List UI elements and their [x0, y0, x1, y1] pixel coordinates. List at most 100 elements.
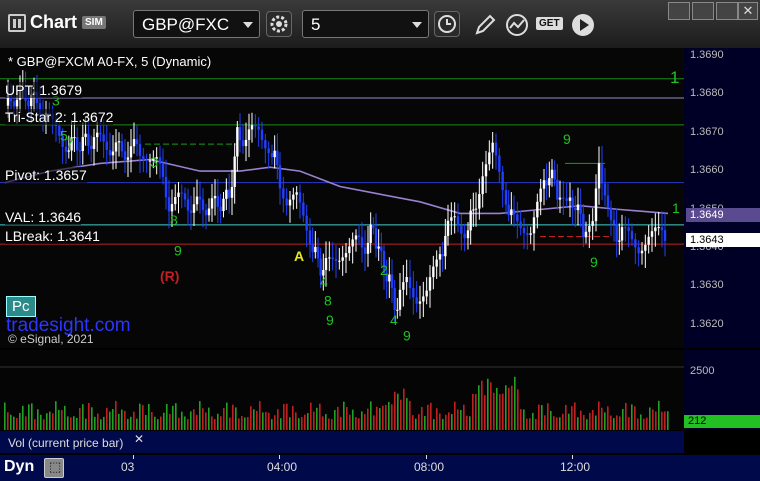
- time-tick-mark: [133, 455, 134, 459]
- volume-bar: [109, 411, 111, 430]
- candle-body: [542, 180, 546, 189]
- price-tick: 1.3670: [690, 125, 724, 138]
- candle-body: [432, 266, 435, 278]
- candle-body: [640, 250, 644, 254]
- candle-body: [377, 246, 380, 249]
- candle-body: [233, 156, 236, 188]
- restore-button[interactable]: [668, 2, 690, 20]
- time-tick-mark: [426, 455, 427, 459]
- candle-body: [456, 216, 460, 226]
- volume-bar: [382, 405, 384, 430]
- sequence-label: 2: [380, 262, 388, 278]
- play-button[interactable]: [570, 12, 596, 38]
- volume-bar: [181, 411, 183, 430]
- volume-bar: [463, 404, 465, 430]
- volume-bar: [169, 413, 171, 430]
- volume-bar: [178, 417, 180, 430]
- volume-bar: [535, 418, 537, 430]
- candle-body: [422, 296, 425, 302]
- volume-bar: [148, 404, 150, 430]
- volume-bar: [490, 382, 492, 430]
- volume-bar: [247, 416, 249, 430]
- interval-dropdown[interactable]: 5: [302, 10, 429, 38]
- volume-bar: [571, 406, 573, 430]
- candle-body: [650, 231, 654, 237]
- candle-body: [250, 125, 254, 130]
- volume-close-button[interactable]: ✕: [134, 432, 148, 446]
- candle-body: [192, 204, 196, 213]
- candle-body: [195, 196, 199, 205]
- volume-bar: [91, 407, 93, 430]
- volume-bar: [544, 415, 546, 430]
- volume-bar: [214, 419, 216, 430]
- candle-body: [105, 141, 108, 150]
- candle-body: [474, 208, 478, 210]
- volume-label-bar: Vol (current price bar) ✕: [0, 431, 684, 453]
- volume-bar: [547, 403, 549, 430]
- candle-body: [295, 192, 298, 195]
- maximize-button[interactable]: [716, 2, 738, 20]
- volume-bar: [646, 417, 648, 430]
- candle-body: [216, 195, 220, 207]
- minimize-button[interactable]: [692, 2, 714, 20]
- volume-bar: [496, 388, 498, 430]
- volume-chart[interactable]: [0, 350, 684, 430]
- candle-body: [314, 246, 317, 253]
- settings-icon: [270, 15, 288, 33]
- close-button[interactable]: ✕: [738, 2, 758, 20]
- candle-body: [412, 287, 415, 298]
- volume-bar: [442, 419, 444, 430]
- candle-body: [117, 141, 121, 143]
- volume-bar: [7, 412, 9, 430]
- volume-bar: [499, 394, 501, 430]
- dyn-label[interactable]: Dyn: [4, 458, 34, 476]
- candle-body: [529, 233, 532, 235]
- candle-body: [380, 246, 383, 251]
- volume-bar: [400, 399, 402, 430]
- volume-bar: [172, 405, 174, 430]
- volume-bar: [298, 418, 300, 430]
- volume-bar: [358, 418, 360, 430]
- candle-body: [282, 188, 285, 199]
- volume-label: Vol (current price bar): [8, 436, 124, 450]
- time-button[interactable]: [434, 11, 460, 37]
- symbol-dropdown[interactable]: GBP@FXC: [133, 10, 260, 38]
- candle-body: [478, 194, 481, 209]
- chart-header: * GBP@FXCM A0-FX, 5 (Dynamic): [8, 54, 212, 69]
- lock-button[interactable]: ⬚: [44, 458, 64, 478]
- ma-price-badge: 1.3649: [686, 208, 760, 222]
- candle-body: [450, 217, 453, 221]
- compare-button[interactable]: [504, 12, 530, 38]
- candle-body: [388, 274, 391, 282]
- candle-body: [591, 221, 594, 226]
- volume-bar: [661, 411, 663, 430]
- level-label-2: Pivot: 1.3657: [5, 166, 87, 183]
- volume-plot[interactable]: [0, 350, 684, 430]
- candle-body: [588, 225, 591, 232]
- candle-body: [657, 227, 660, 229]
- settings-button[interactable]: [266, 11, 292, 37]
- volume-bar: [202, 408, 204, 430]
- volume-bar: [505, 385, 507, 430]
- pc-button[interactable]: Pc: [6, 296, 36, 317]
- candle-body: [354, 235, 358, 240]
- time-tick-mark: [279, 455, 280, 459]
- volume-bar: [151, 412, 153, 430]
- volume-bar: [271, 419, 273, 430]
- close-icon: ✕: [134, 432, 145, 446]
- volume-bar: [127, 418, 129, 430]
- candle-body: [438, 254, 442, 260]
- volume-bar: [211, 416, 213, 430]
- candle-body: [624, 227, 627, 229]
- volume-bar: [538, 404, 540, 430]
- price-axis[interactable]: 1.36901.36801.36701.36601.36501.36401.36…: [684, 48, 760, 348]
- get-button[interactable]: GET: [536, 13, 564, 37]
- candle-body: [142, 155, 145, 161]
- candle-body: [654, 227, 657, 232]
- price-chart[interactable]: 35738948949992 * GBP@FXCM A0-FX, 5 (Dyna…: [0, 48, 684, 348]
- candle-body: [78, 150, 82, 152]
- volume-bar: [136, 418, 138, 430]
- draw-button[interactable]: [472, 12, 498, 38]
- price-plot[interactable]: 357389489 49992: [0, 48, 684, 348]
- time-tick: 04:00: [267, 460, 298, 474]
